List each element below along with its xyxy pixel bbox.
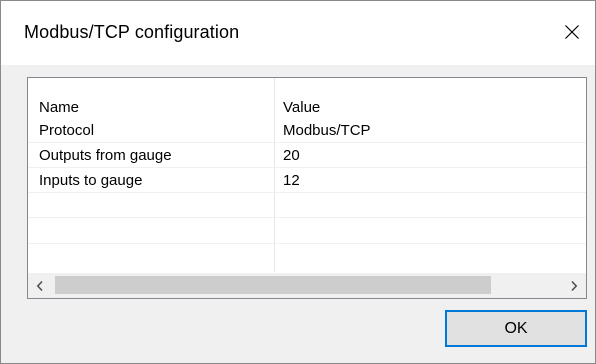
table-row-empty[interactable] [28,245,586,270]
row-name-cell: Protocol [39,121,95,139]
title-bar: Modbus/TCP configuration [1,1,595,65]
horizontal-scrollbar[interactable] [28,273,586,298]
scrollbar-thumb[interactable] [55,276,491,294]
parameter-table[interactable]: Name Value Protocol Modbus/TCP Outputs f… [27,77,587,299]
table-row[interactable]: Protocol Modbus/TCP [28,118,586,143]
table-row[interactable]: Outputs from gauge 20 [28,143,586,168]
window-title: Modbus/TCP configuration [24,22,240,42]
row-value-cell[interactable]: Modbus/TCP [283,118,371,142]
scroll-left-button[interactable] [28,273,52,298]
ok-button[interactable]: OK [445,310,587,347]
row-name-cell: Outputs from gauge [39,146,172,164]
scroll-right-button[interactable] [562,273,586,298]
chevron-left-icon [36,280,43,291]
column-header-value[interactable]: Value [283,78,320,118]
table-header-row: Name Value [28,78,586,118]
table-row-empty[interactable] [28,219,586,244]
table-row-empty[interactable] [28,193,586,218]
row-value-cell[interactable]: 20 [283,143,300,167]
chevron-right-icon [571,280,578,291]
column-header-name[interactable]: Name [39,78,79,118]
ok-button-label: OK [504,319,528,337]
close-icon [565,25,579,39]
table-row[interactable]: Inputs to gauge 12 [28,168,586,193]
row-name-cell: Inputs to gauge [39,171,143,189]
close-button[interactable] [555,15,589,49]
modbus-config-dialog: Modbus/TCP configuration Name Value Prot… [0,0,596,364]
table-grid: Name Value Protocol Modbus/TCP Outputs f… [28,78,586,272]
row-value-cell[interactable]: 12 [283,168,300,192]
